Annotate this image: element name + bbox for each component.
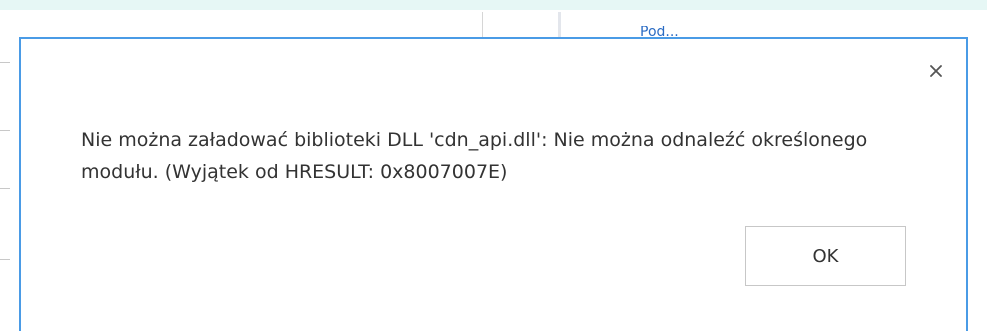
background-tick bbox=[0, 259, 10, 260]
background-divider bbox=[558, 12, 561, 38]
error-dialog: Nie można załadować biblioteki DLL 'cdn_… bbox=[19, 37, 968, 331]
page: Pod... Nie można załadować biblioteki DL… bbox=[0, 0, 987, 331]
close-icon bbox=[930, 65, 942, 77]
background-divider bbox=[482, 12, 483, 38]
close-button[interactable] bbox=[926, 61, 946, 81]
error-message: Nie można załadować biblioteki DLL 'cdn_… bbox=[81, 129, 868, 183]
background-header-band bbox=[0, 0, 987, 10]
background-tick bbox=[0, 62, 10, 63]
background-tick bbox=[0, 188, 10, 189]
background-tick bbox=[0, 130, 10, 131]
ok-button[interactable]: OK bbox=[745, 226, 906, 286]
